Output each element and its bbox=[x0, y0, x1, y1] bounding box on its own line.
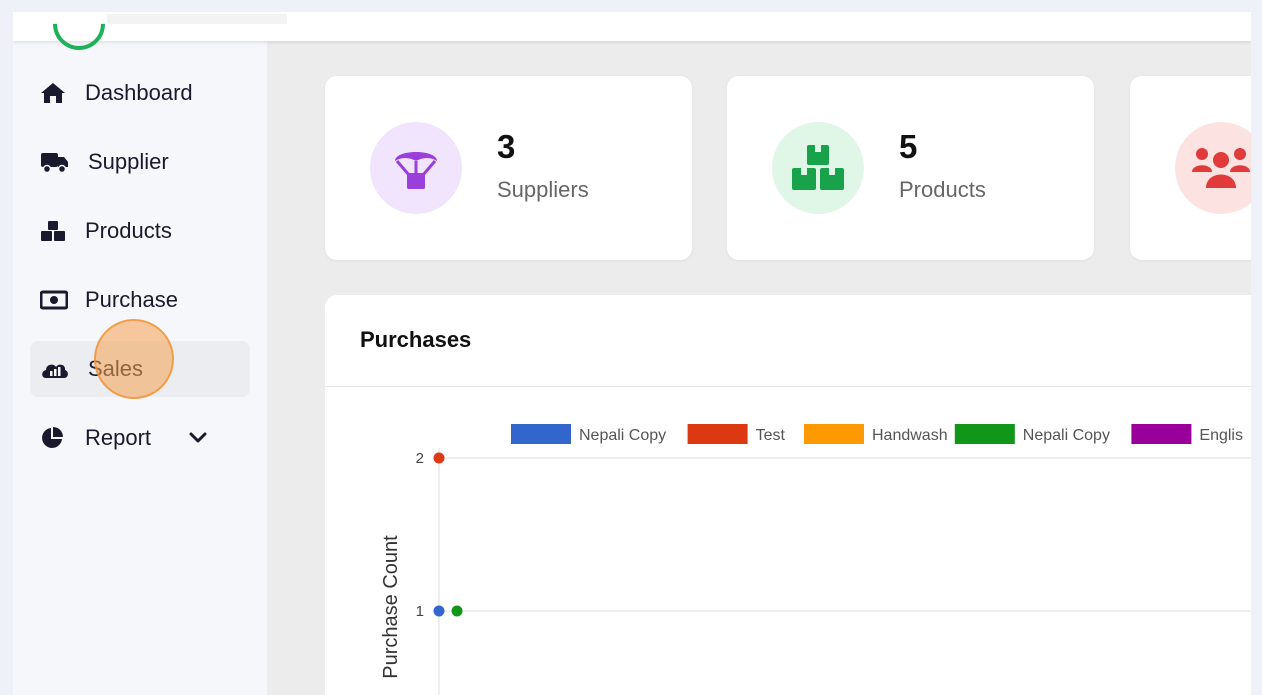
stat-label: Products bbox=[899, 177, 986, 202]
y-tick-label: 1 bbox=[416, 603, 424, 620]
users-icon bbox=[1175, 122, 1251, 214]
sidebar-item-label: Supplier bbox=[88, 149, 169, 174]
sidebar-item-label: Report bbox=[85, 425, 152, 450]
stat-card-products[interactable]: 5 Products bbox=[727, 76, 1094, 260]
money-bill-icon bbox=[40, 288, 70, 312]
legend-label: Nepali Copy bbox=[1023, 427, 1110, 444]
click-indicator bbox=[94, 319, 174, 399]
data-point bbox=[451, 605, 463, 617]
boxes-icon bbox=[40, 219, 70, 243]
home-icon bbox=[40, 81, 70, 105]
legend-label: Test bbox=[756, 427, 786, 444]
stat-value: 3 bbox=[497, 128, 516, 165]
legend-swatch bbox=[954, 424, 1015, 444]
legend-swatch bbox=[804, 424, 864, 444]
y-axis-label: Purchase Count bbox=[380, 535, 402, 679]
sidebar-item-products[interactable]: Products bbox=[30, 203, 250, 259]
stat-card-suppliers[interactable]: 3 Suppliers bbox=[325, 76, 692, 260]
purchases-panel: Purchases Nepali Copy Test Handwash Nepali … bbox=[325, 295, 1251, 695]
panel-title: Purchases bbox=[360, 327, 472, 352]
sidebar-item-report[interactable]: Report bbox=[30, 410, 250, 466]
data-point bbox=[433, 605, 445, 617]
data-point bbox=[433, 452, 445, 464]
main-content: 3 Suppliers 5 Products Purchases Nepali … bbox=[267, 41, 1251, 695]
cloud-chart-icon bbox=[40, 357, 70, 381]
sidebar-item-dashboard[interactable]: Dashboard bbox=[30, 65, 250, 121]
top-bar bbox=[13, 12, 1251, 61]
truck-icon bbox=[40, 150, 70, 174]
legend-swatch bbox=[687, 424, 748, 444]
chevron-down-icon[interactable] bbox=[188, 428, 208, 448]
parachute-box-icon bbox=[370, 122, 462, 214]
app-window: Dashboard Supplier Products Purchase Rep… bbox=[13, 12, 1251, 695]
legend-label: Nepali Copy bbox=[579, 427, 666, 444]
legend-label: Handwash bbox=[872, 427, 948, 444]
legend-swatch bbox=[1131, 424, 1192, 444]
sidebar-item-label: Products bbox=[85, 218, 172, 243]
pie-chart-icon bbox=[40, 426, 70, 450]
legend-label: Englis bbox=[1199, 427, 1243, 444]
logo-text-faded bbox=[107, 14, 287, 24]
purchases-chart: Nepali Copy Test Handwash Nepali Copy Englis… bbox=[380, 424, 1251, 695]
sidebar-item-label: Dashboard bbox=[85, 80, 193, 105]
boxes-icon bbox=[772, 122, 864, 214]
stat-label: Suppliers bbox=[497, 177, 589, 202]
stat-value: 5 bbox=[899, 128, 918, 165]
sidebar-item-supplier[interactable]: Supplier bbox=[30, 134, 250, 190]
y-tick-label: 2 bbox=[416, 450, 424, 467]
legend-swatch bbox=[511, 424, 571, 444]
stat-card-users[interactable] bbox=[1130, 76, 1251, 260]
